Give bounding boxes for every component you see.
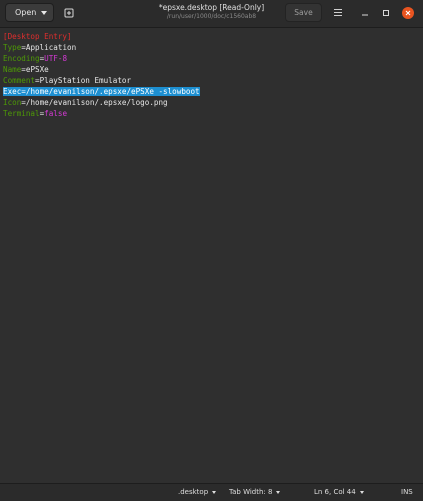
language-selector[interactable]: .desktop [178,488,217,496]
editor-line: Icon=/home/evanilson/.epsxe/logo.png [3,97,200,108]
editor-line: Terminal=false [3,108,200,119]
entry-key: Name [3,65,22,74]
editor-line: Encoding=UTF-8 [3,53,200,64]
open-button-label: Open [15,8,37,17]
editor-line: Exec=/home/evanilson/.epsxe/ePSXe -slowb… [3,86,200,97]
chevron-down-icon [212,490,217,494]
editor-line-content: Name=ePSXe [3,65,49,74]
maximize-button[interactable] [380,7,392,19]
editor-line-content: Type=Application [3,43,76,52]
text-editor[interactable]: [Desktop Entry] Type=Application Encoding=… [0,28,423,483]
chevron-down-icon [41,11,47,15]
window-title: *epsxe.desktop [Read-Only] [158,3,265,12]
entry-value: /home/evanilson/.epsxe/ePSXe -slowboot [25,87,200,96]
new-document-icon [64,8,73,17]
editor-line-content: Exec=/home/evanilson/.epsxe/ePSXe -slowb… [3,87,200,96]
maximize-icon [383,10,389,16]
menu-icon [334,11,342,14]
tab-width-selector[interactable]: Tab Width: 8 [229,488,281,496]
close-icon [405,10,411,16]
cursor-position-label: Ln 6, Col 44 [314,488,356,496]
editor-line-content: Terminal=false [3,109,67,118]
minimize-button[interactable] [359,7,371,19]
entry-value: /home/evanilson/.epsxe/logo.png [25,98,168,107]
entry-key: Type [3,43,22,52]
minimize-icon [362,14,368,16]
close-button[interactable] [402,7,414,19]
editor-line-content: Icon=/home/evanilson/.epsxe/logo.png [3,98,168,107]
open-button[interactable]: Open [5,3,54,22]
chevron-down-icon [359,490,364,494]
window-title-block: *epsxe.desktop [Read-Only] /run/user/100… [120,3,303,21]
hamburger-menu-button[interactable] [327,3,349,22]
section-header: [Desktop Entry] [3,32,72,41]
entry-key: Exec [3,87,22,96]
editor-line-content: Comment=PlayStation Emulator [3,76,131,85]
new-document-button[interactable] [58,3,79,22]
editor-line: Type=Application [3,42,200,53]
entry-key: Icon [3,98,22,107]
entry-value: Application [25,43,77,52]
editor-lines: [Desktop Entry] Type=Application Encoding=… [3,31,200,119]
menu-icon [334,8,342,10]
editor-line-content: [Desktop Entry] [3,32,72,41]
cursor-position-selector[interactable]: Ln 6, Col 44 [314,488,364,496]
language-label: .desktop [178,488,209,496]
editor-line-content: Encoding=UTF-8 [3,54,67,63]
entry-value: ePSXe [25,65,49,74]
entry-key: Comment [3,76,36,85]
entry-key: Terminal [3,109,40,118]
entry-value: PlayStation Emulator [39,76,132,85]
editor-line: [Desktop Entry] [3,31,200,42]
insert-mode-indicator[interactable]: INS [401,488,413,496]
editor-line: Name=ePSXe [3,64,200,75]
tab-width-label: Tab Width: 8 [229,488,273,496]
chevron-down-icon [276,490,281,494]
window-subtitle: /run/user/1000/doc/c1560ab8 [166,13,257,20]
insert-mode-label: INS [401,488,413,496]
menu-icon [334,15,342,17]
entry-value: UTF-8 [44,54,68,63]
header-bar: Open *epsxe.desktop [Read-Only] /run/use… [0,0,423,28]
entry-key: Encoding [3,54,40,63]
entry-value: false [44,109,68,118]
editor-line: Comment=PlayStation Emulator [3,75,200,86]
status-bar: .desktop Tab Width: 8 Ln 6, Col 44 INS [0,483,423,501]
save-button[interactable]: Save [285,3,322,22]
